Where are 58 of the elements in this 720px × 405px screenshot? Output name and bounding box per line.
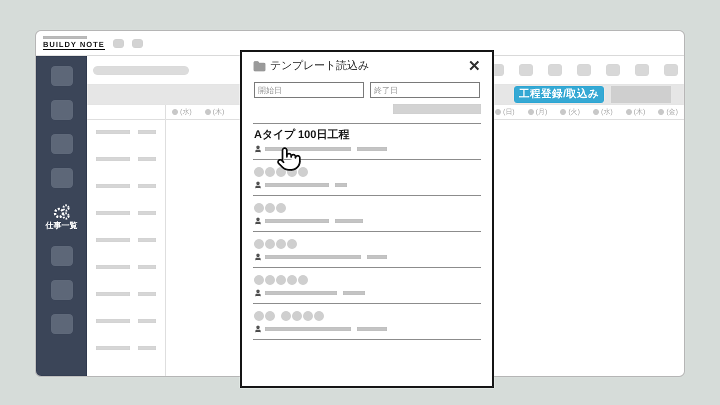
date-field[interactable]: 開始日 — [254, 82, 364, 98]
row-placeholder — [96, 238, 130, 242]
detail-placeholder — [265, 291, 337, 295]
detail-placeholder — [367, 255, 387, 259]
detail-placeholder — [265, 183, 329, 187]
row-placeholder — [138, 130, 156, 134]
dialog-title: テンプレート読込み — [270, 60, 369, 72]
header-placeholder[interactable] — [132, 38, 143, 48]
date-field[interactable]: 終了日 — [370, 82, 480, 98]
person-icon — [254, 217, 262, 225]
row-placeholder — [96, 184, 130, 188]
row-placeholder — [138, 184, 156, 188]
row-placeholder — [96, 292, 130, 296]
name-placeholder — [254, 310, 275, 320]
row-placeholder — [96, 157, 130, 161]
sidebar-placeholder[interactable] — [50, 314, 72, 334]
detail-placeholder — [335, 219, 363, 223]
sidebar-placeholder[interactable] — [50, 246, 72, 266]
person-icon — [254, 181, 262, 189]
row-placeholder — [96, 319, 130, 323]
template-name: Aタイプ 100日工程 — [254, 130, 350, 141]
close-button[interactable]: ✕ — [468, 58, 481, 74]
row-placeholder — [138, 211, 156, 215]
row-placeholder — [138, 238, 156, 242]
row-placeholder — [96, 265, 130, 269]
row-placeholder — [138, 346, 156, 350]
detail-placeholder — [357, 327, 387, 331]
button-placeholder[interactable] — [393, 104, 481, 114]
hand-cursor-icon — [276, 146, 302, 172]
person-icon — [254, 253, 262, 261]
detail-placeholder — [265, 219, 329, 223]
detail-placeholder — [357, 147, 387, 151]
row-placeholder — [96, 130, 130, 134]
person-icon — [254, 289, 262, 297]
sidebar-placeholder[interactable] — [50, 134, 72, 154]
name-placeholder — [254, 202, 286, 212]
person-icon — [254, 325, 262, 333]
folder-icon — [253, 60, 266, 72]
sidebar-placeholder[interactable] — [50, 100, 72, 120]
name-placeholder — [281, 310, 324, 320]
row-placeholder — [138, 157, 156, 161]
sidebar-placeholder[interactable] — [50, 66, 72, 86]
menu-label[interactable]: 仕事一覧 — [46, 222, 78, 230]
row-placeholder — [138, 319, 156, 323]
gears-icon[interactable] — [52, 204, 70, 220]
name-placeholder — [254, 238, 297, 248]
detail-placeholder — [343, 291, 365, 295]
row-placeholder — [138, 265, 156, 269]
row-placeholder — [138, 292, 156, 296]
row-placeholder — [96, 346, 130, 350]
detail-placeholder — [335, 183, 347, 187]
person-icon — [254, 145, 262, 153]
sidebar-placeholder[interactable] — [50, 168, 72, 188]
sidebar-placeholder[interactable] — [50, 280, 72, 300]
header-placeholder[interactable] — [112, 38, 124, 48]
row-placeholder — [96, 211, 130, 215]
name-placeholder — [254, 274, 308, 284]
tagline-placeholder — [43, 36, 87, 40]
